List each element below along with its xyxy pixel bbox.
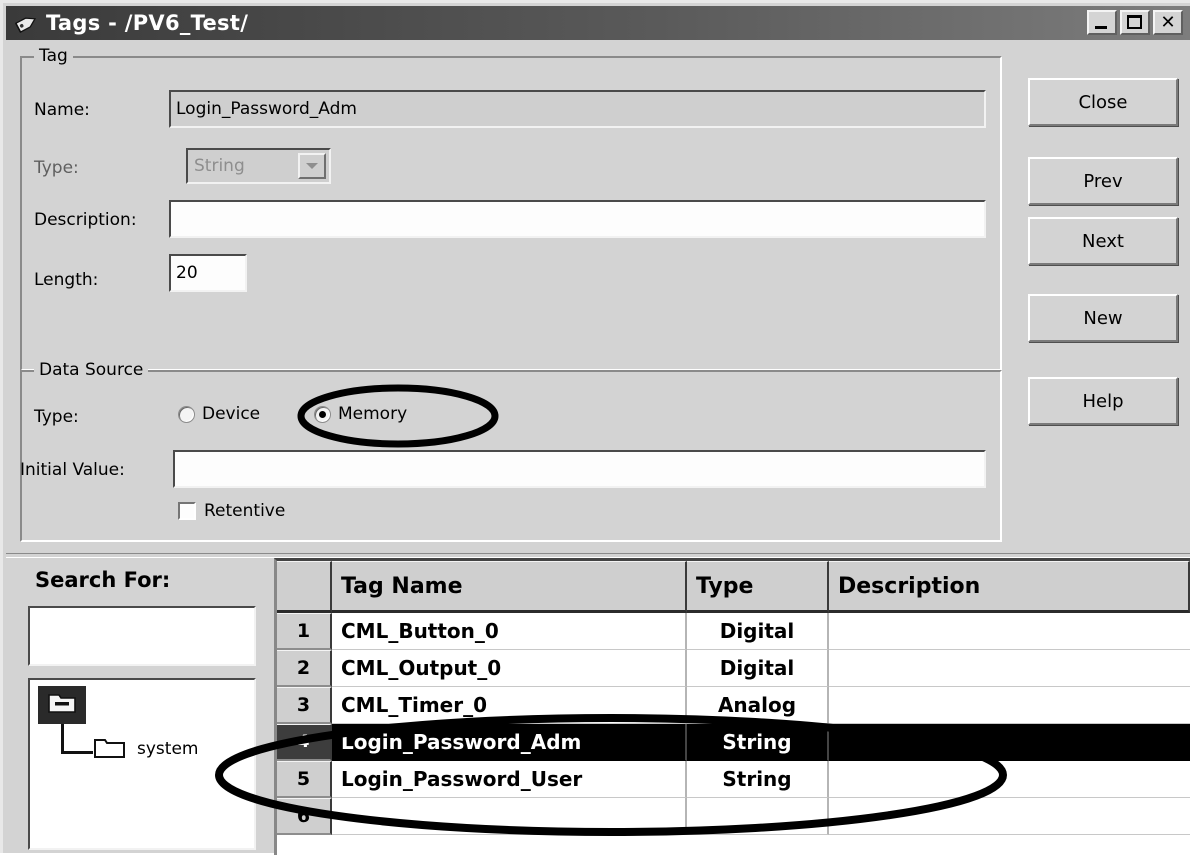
column-header-rownum (277, 561, 332, 613)
search-for-label: Search For: (35, 568, 171, 592)
radio-device-label: Device (202, 404, 261, 424)
row-number: 1 (277, 613, 332, 650)
checkbox-icon (178, 502, 196, 520)
table-row[interactable]: 3 CML_Timer_0 Analog (277, 687, 1190, 724)
tag-groupbox-legend: Tag (34, 46, 73, 66)
window-title: Tags - /PV6_Test/ (46, 11, 249, 35)
folder-icon (93, 734, 127, 764)
cell-tag-name[interactable]: Login_Password_User (332, 761, 687, 798)
retentive-checkbox[interactable]: Retentive (178, 501, 285, 521)
search-input[interactable] (28, 606, 256, 666)
column-header-tag-name[interactable]: Tag Name (332, 561, 687, 613)
table-row[interactable]: 5 Login_Password_User String (277, 761, 1190, 798)
maximize-icon (1127, 15, 1142, 29)
cell-tag-name[interactable]: Login_Password_Adm (332, 724, 687, 761)
row-number: 3 (277, 687, 332, 724)
prev-button[interactable]: Prev (1028, 157, 1178, 205)
cell-tag-name[interactable]: CML_Timer_0 (332, 687, 687, 724)
row-number: 2 (277, 650, 332, 687)
minimize-icon (1095, 26, 1107, 29)
tag-type-combo[interactable]: String (186, 148, 331, 184)
table-header: Tag Name Type Description (277, 561, 1190, 613)
radio-device[interactable]: Device (178, 404, 260, 424)
tags-table[interactable]: Tag Name Type Description 1 CML_Button_0… (274, 558, 1190, 855)
data-source-groupbox-legend: Data Source (34, 360, 149, 380)
cell-type[interactable]: Analog (687, 687, 829, 724)
table-row[interactable]: 1 CML_Button_0 Digital (277, 613, 1190, 650)
length-label: Length: (34, 270, 99, 290)
type-label: Type: (34, 158, 79, 178)
tag-name-field[interactable]: Login_Password_Adm (169, 90, 986, 128)
radio-memory[interactable]: Memory (314, 404, 407, 424)
initial-value-field[interactable] (173, 450, 986, 488)
table-row[interactable]: 2 CML_Output_0 Digital (277, 650, 1190, 687)
help-button[interactable]: Help (1028, 377, 1178, 425)
tag-length-field[interactable]: 20 (169, 254, 247, 292)
name-label: Name: (34, 100, 90, 120)
title-bar[interactable]: Tags - /PV6_Test/ ✕ (6, 6, 1190, 40)
column-header-description[interactable]: Description (829, 561, 1190, 613)
radio-memory-label: Memory (338, 404, 408, 424)
row-number: 4 (277, 724, 332, 761)
cell-type[interactable]: Digital (687, 613, 829, 650)
cell-description[interactable] (829, 650, 1190, 687)
tree-connector-vertical (61, 724, 64, 754)
data-source-type-label: Type: (34, 407, 79, 427)
table-header-row: Tag Name Type Description (277, 561, 1190, 613)
cell-tag-name[interactable] (332, 798, 687, 835)
table-row[interactable]: 6 (277, 798, 1190, 835)
row-number: 6 (277, 798, 332, 835)
new-button[interactable]: New (1028, 294, 1178, 342)
tag-icon (14, 12, 40, 34)
next-button[interactable]: Next (1028, 217, 1178, 265)
radio-device-icon (178, 405, 195, 423)
column-header-type[interactable]: Type (687, 561, 829, 613)
tag-description-field[interactable] (169, 200, 986, 238)
tags-dialog-window: Tags - /PV6_Test/ ✕ Tag Name: Login_Pass… (0, 0, 1190, 855)
window-controls: ✕ (1087, 10, 1183, 35)
tree-root-node[interactable] (38, 686, 86, 724)
chevron-down-icon[interactable] (298, 153, 326, 179)
tree-node-system-label: system (137, 739, 199, 759)
folder-tree[interactable]: system (28, 678, 256, 850)
maximize-button[interactable] (1120, 10, 1150, 35)
cell-description[interactable] (829, 724, 1190, 761)
tree-node-system[interactable]: system (93, 734, 198, 764)
cell-tag-name[interactable]: CML_Button_0 (332, 613, 687, 650)
cell-description[interactable] (829, 613, 1190, 650)
cell-type[interactable] (687, 798, 829, 835)
close-button[interactable]: ✕ (1153, 10, 1183, 35)
initial-value-label: Initial Value: (20, 460, 125, 480)
cell-description[interactable] (829, 761, 1190, 798)
dialog-client-area: Tag Name: Login_Password_Adm Type: Strin… (6, 42, 1190, 855)
table-row-selected[interactable]: 4 Login_Password_Adm String (277, 724, 1190, 761)
cell-type[interactable]: Digital (687, 650, 829, 687)
search-panel: Search For: system (13, 558, 271, 853)
description-label: Description: (34, 210, 137, 230)
tree-connector-horizontal (61, 751, 93, 754)
radio-memory-icon (314, 405, 331, 423)
cell-tag-name[interactable]: CML_Output_0 (332, 650, 687, 687)
close-icon: ✕ (1160, 12, 1176, 33)
tag-type-value: String (194, 156, 245, 176)
folder-open-minus-icon (46, 690, 78, 720)
cell-type[interactable]: String (687, 724, 829, 761)
retentive-label: Retentive (204, 501, 286, 521)
close-action-button[interactable]: Close (1028, 78, 1178, 126)
cell-description[interactable] (829, 798, 1190, 835)
cell-type[interactable]: String (687, 761, 829, 798)
minimize-button[interactable] (1087, 10, 1117, 35)
cell-description[interactable] (829, 687, 1190, 724)
table-body: 1 CML_Button_0 Digital 2 CML_Output_0 Di… (277, 613, 1190, 835)
row-number: 5 (277, 761, 332, 798)
